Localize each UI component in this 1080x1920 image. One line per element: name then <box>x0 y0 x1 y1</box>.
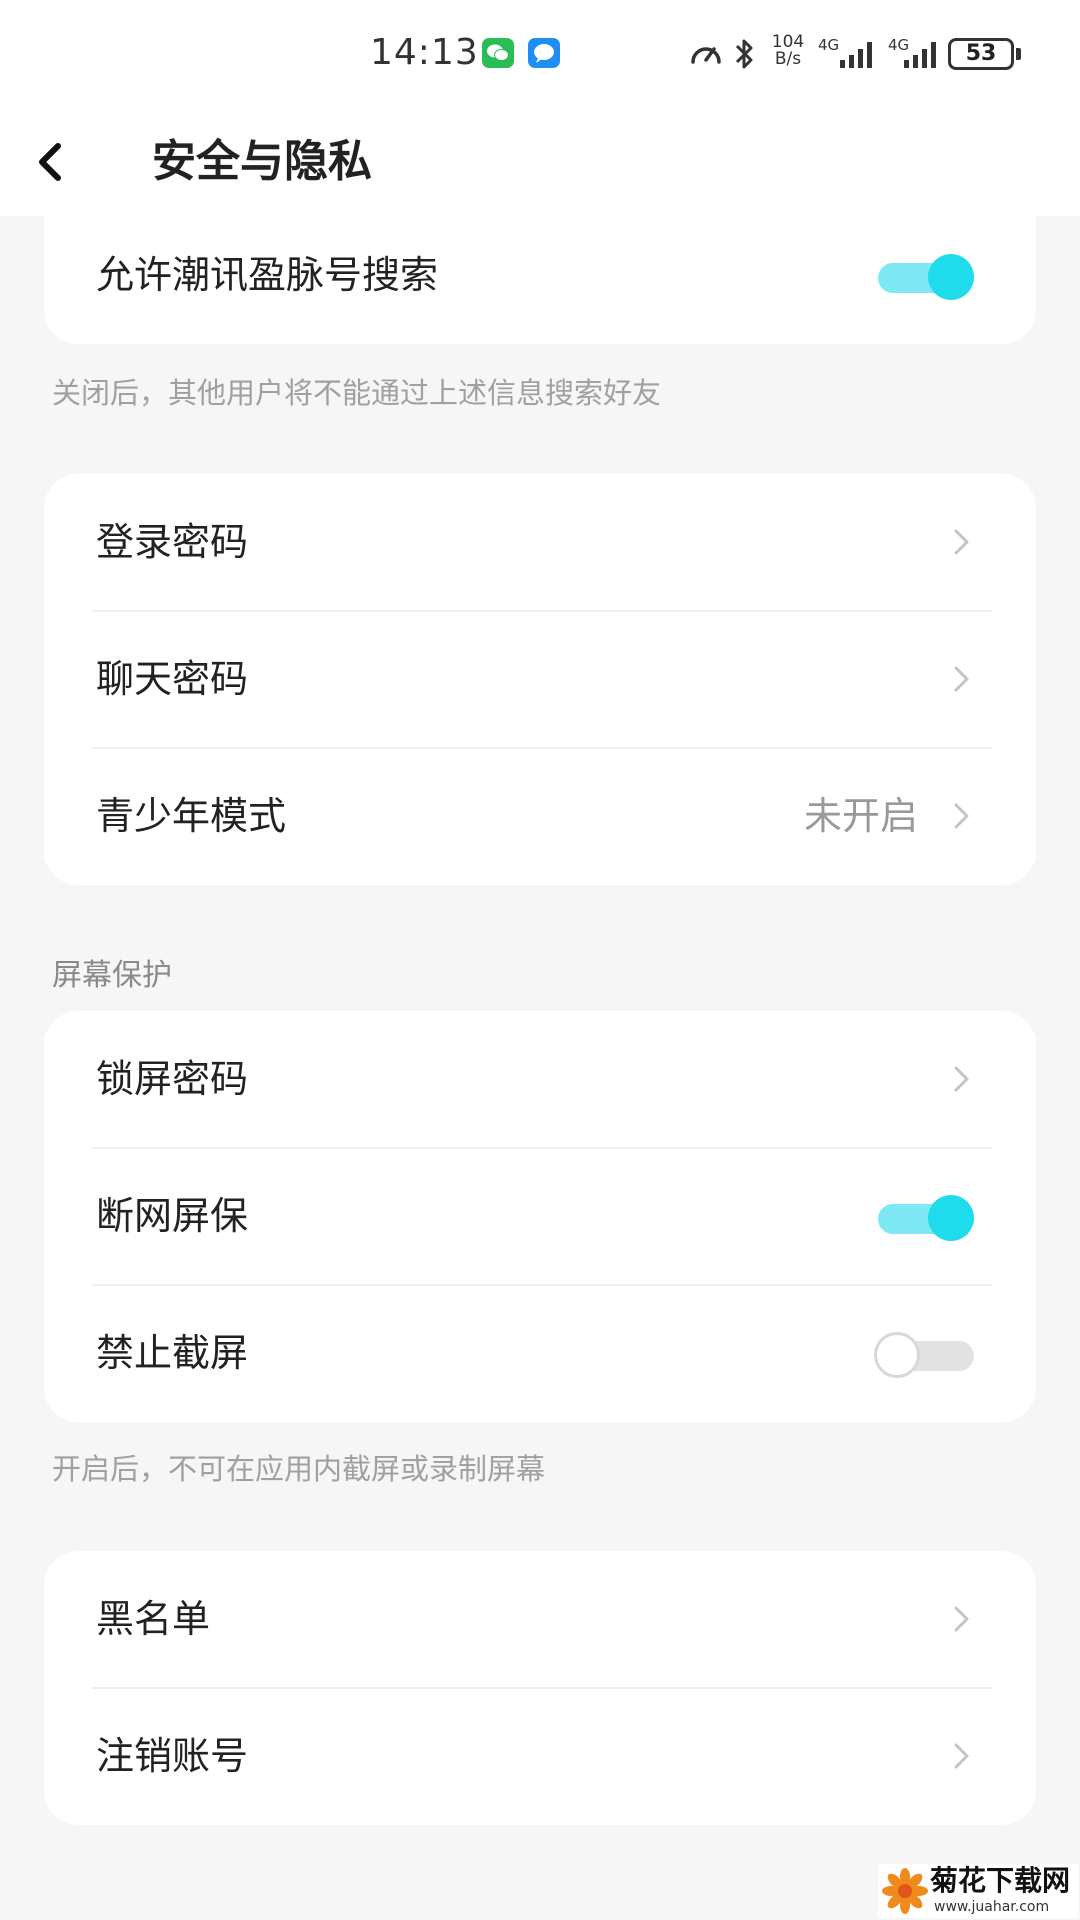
watermark-url: www.juahar.com <box>934 1899 1050 1915</box>
toggle-knob <box>874 1332 920 1378</box>
blacklist-row[interactable]: 黑名单 <box>44 1551 1036 1688</box>
block-screenshot-row: 禁止截屏 <box>44 1285 1036 1422</box>
allow-search-toggle[interactable] <box>878 254 974 300</box>
screenshot-hint-text: 开启后，不可在应用内截屏或录制屏幕 <box>52 1452 546 1486</box>
battery-tip <box>1016 48 1021 60</box>
blacklist-label: 黑名单 <box>96 1597 211 1641</box>
back-arrow-icon[interactable] <box>22 130 86 194</box>
block-screenshot-toggle[interactable] <box>874 1332 974 1378</box>
offline-screensaver-row: 断网屏保 <box>44 1148 1036 1285</box>
chat-password-row[interactable]: 聊天密码 <box>44 611 1036 748</box>
status-bar: 14:13 104 B/s 4G 4G 53 <box>0 0 1080 108</box>
chevron-right-icon <box>954 1743 969 1769</box>
teen-mode-label: 青少年模式 <box>96 794 287 838</box>
page-title: 安全与隐私 <box>152 136 372 187</box>
watermark-title: 菊花下载网 <box>930 1864 1071 1897</box>
chevron-right-icon <box>954 1066 969 1092</box>
chrysanthemum-logo-icon <box>882 1868 928 1914</box>
teen-mode-row[interactable]: 青少年模式 未开启 <box>44 748 1036 885</box>
network-speed-unit: B/s <box>774 49 802 69</box>
toggle-knob <box>928 1195 974 1241</box>
lock-screen-password-row[interactable]: 锁屏密码 <box>44 1011 1036 1148</box>
watermark: 菊花下载网 www.juahar.com <box>878 1864 1078 1918</box>
wechat-notification-icon <box>482 38 514 68</box>
screen-protection-card: 锁屏密码 断网屏保 禁止截屏 <box>44 1011 1036 1422</box>
chat-password-label: 聊天密码 <box>96 657 249 701</box>
offline-screensaver-label: 断网屏保 <box>96 1194 249 1238</box>
delete-account-row[interactable]: 注销账号 <box>44 1688 1036 1825</box>
chevron-right-icon <box>954 529 969 555</box>
section-title-screen-protection: 屏幕保护 <box>52 958 172 993</box>
status-time: 14:13 <box>370 32 479 73</box>
lock-screen-password-label: 锁屏密码 <box>96 1057 249 1101</box>
network-speed: 104 B/s <box>768 34 808 68</box>
signal-strength-icon <box>840 42 872 68</box>
delete-account-label: 注销账号 <box>96 1734 249 1778</box>
page-header-overlay: 安全与隐私 <box>0 108 1080 216</box>
message-notification-icon <box>528 38 560 68</box>
chevron-right-icon <box>954 1606 969 1632</box>
battery-indicator: 53 <box>948 38 1014 70</box>
offline-screensaver-toggle[interactable] <box>878 1195 974 1241</box>
allow-search-row: 允许潮讯盈脉号搜索 <box>44 207 1036 344</box>
bluetooth-icon <box>735 39 753 69</box>
allow-search-label: 允许潮讯盈脉号搜索 <box>96 253 439 297</box>
search-hint-text: 关闭后，其他用户将不能通过上述信息搜索好友 <box>52 376 662 410</box>
teen-mode-status: 未开启 <box>803 794 918 838</box>
login-password-row[interactable]: 登录密码 <box>44 474 1036 611</box>
signal-strength-2-icon <box>904 42 936 68</box>
chevron-right-icon <box>954 803 969 829</box>
chevron-right-icon <box>954 666 969 692</box>
account-settings-card: 黑名单 注销账号 <box>44 1551 1036 1825</box>
toggle-knob <box>928 254 974 300</box>
speed-meter-icon <box>691 47 721 64</box>
login-password-label: 登录密码 <box>96 520 249 564</box>
password-settings-card: 登录密码 聊天密码 青少年模式 未开启 <box>44 474 1036 885</box>
block-screenshot-label: 禁止截屏 <box>96 1331 249 1375</box>
